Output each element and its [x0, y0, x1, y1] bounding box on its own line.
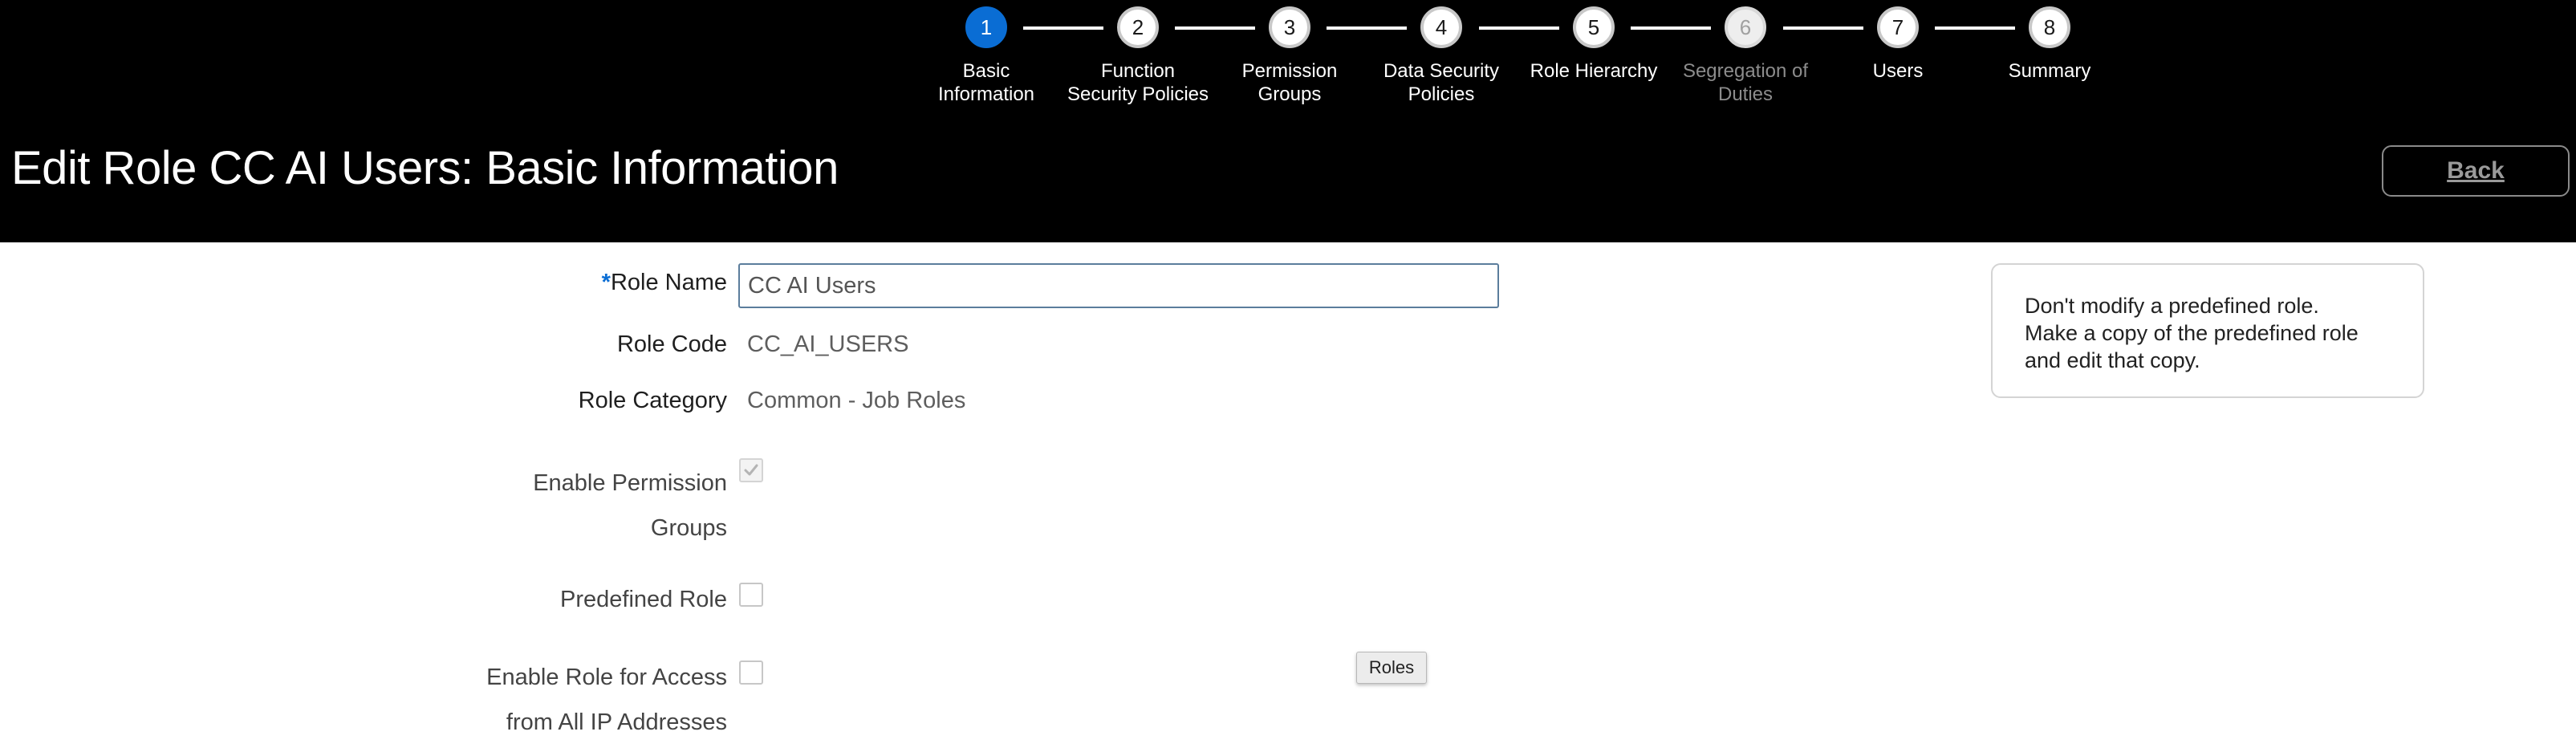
- info-line: Make a copy of the predefined role: [2025, 321, 2359, 345]
- enable-permission-groups-checkbox[interactable]: [739, 458, 763, 482]
- page-title: Edit Role CC AI Users: Basic Information: [11, 142, 839, 194]
- role-code-label: Role Code: [616, 331, 727, 357]
- train-stop-number: 6: [1725, 6, 1766, 48]
- train-stop-segregation-of-duties: 6 Segregation of Duties: [1657, 6, 1834, 106]
- enable-permission-groups-label: Enable Permission Groups: [533, 470, 727, 541]
- required-marker: *: [601, 270, 611, 295]
- role-category-value: Common - Job Roles: [747, 388, 966, 413]
- checkmark-icon: [744, 464, 758, 476]
- enable-ip-access-label: Enable Role for Access from All IP Addre…: [486, 665, 727, 735]
- info-line: and edit that copy.: [2025, 348, 2200, 372]
- train-stop-number: 2: [1117, 6, 1159, 48]
- train-stop-label: Role Hierarchy: [1530, 60, 1658, 82]
- role-code-value: CC_AI_USERS: [747, 331, 909, 357]
- train-stop-basic-information[interactable]: 1 Basic Information: [898, 6, 1075, 106]
- train-stop-number: 4: [1420, 6, 1462, 48]
- train-stop-label: Function Security Policies: [1067, 60, 1209, 105]
- train-stop-label: Data Security Policies: [1383, 60, 1500, 105]
- train-stop-label: Segregation of Duties: [1682, 60, 1809, 105]
- predefined-role-label: Predefined Role: [560, 587, 727, 612]
- page-header: 1 Basic Information 2 Function Security …: [0, 0, 2576, 242]
- train-stop-number: 1: [965, 6, 1007, 48]
- info-box: Don't modify a predefined role. Make a c…: [1991, 263, 2424, 398]
- predefined-role-checkbox[interactable]: [739, 583, 763, 607]
- train-stop-summary[interactable]: 8 Summary: [1961, 6, 2138, 83]
- train-stop-number: 5: [1573, 6, 1615, 48]
- info-line: Don't modify a predefined role.: [2025, 294, 2319, 318]
- train-stop-users[interactable]: 7 Users: [1810, 6, 1986, 83]
- train-stop-number: 8: [2029, 6, 2070, 48]
- train-stop-label: Basic Information: [937, 60, 1035, 105]
- train-stop-label: Users: [1872, 60, 1924, 82]
- train-stop-label: Permission Groups: [1241, 60, 1338, 105]
- train-stop-number: 7: [1877, 6, 1919, 48]
- enable-ip-access-checkbox[interactable]: [739, 660, 763, 685]
- train-stop-label: Summary: [2008, 60, 2091, 82]
- role-category-label: Role Category: [578, 388, 727, 413]
- role-name-input[interactable]: [738, 263, 1499, 308]
- train-stop-permission-groups[interactable]: 3 Permission Groups: [1201, 6, 1378, 106]
- train-stop-function-security-policies[interactable]: 2 Function Security Policies: [1050, 6, 1226, 106]
- role-name-label: *Role Name: [601, 270, 727, 295]
- train-stop-role-hierarchy[interactable]: 5 Role Hierarchy: [1505, 6, 1682, 83]
- roles-tooltip: Roles: [1356, 652, 1427, 684]
- back-button[interactable]: Back: [2382, 145, 2570, 197]
- train-stop-data-security-policies[interactable]: 4 Data Security Policies: [1353, 6, 1530, 106]
- train-stop-number: 3: [1269, 6, 1310, 48]
